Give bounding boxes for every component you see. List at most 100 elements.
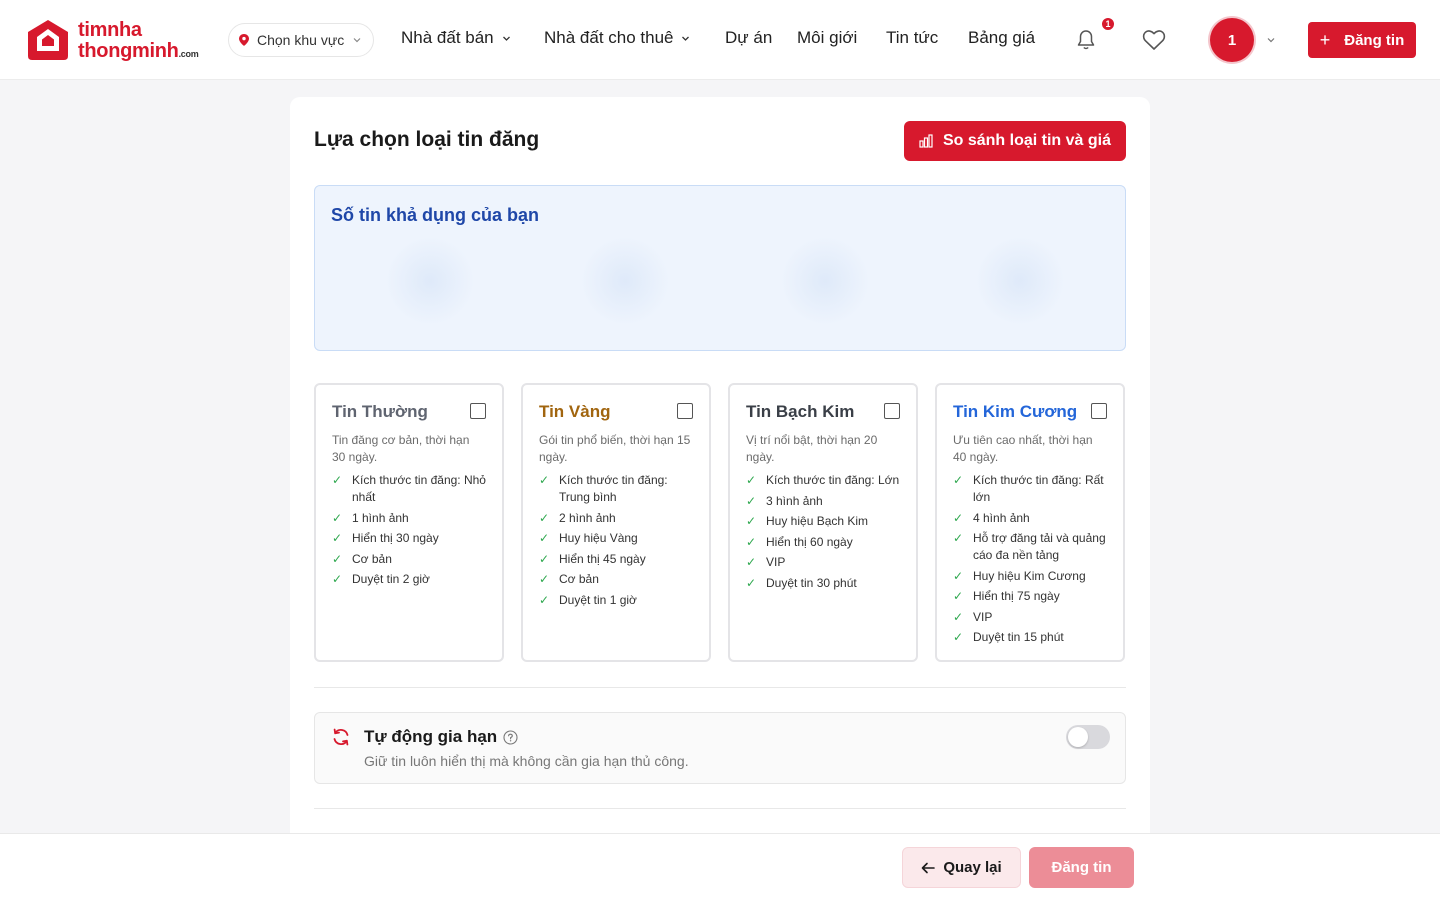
plan-card-tin-thuong[interactable]: Tin Thường Tin đăng cơ bản, thời hạn 30 … (314, 383, 504, 662)
submit-listing-button[interactable]: Đăng tin (1029, 847, 1134, 888)
plan-card-tin-kim-cuong[interactable]: Tin Kim Cương Ưu tiên cao nhất, thời hạn… (935, 383, 1125, 662)
auto-renew-toggle[interactable] (1066, 725, 1110, 749)
nav-item-label: Nhà đất bán (401, 28, 494, 47)
plan-feature-item: ✓ Hiển thị 30 ngày (332, 530, 486, 547)
action-bar: Quay lại Đăng tin (0, 833, 1440, 900)
plan-feature-text: Hiển thị 75 ngày (973, 589, 1060, 603)
page-title: Lựa chọn loại tin đăng (314, 128, 540, 151)
chevron-down-icon (682, 36, 690, 41)
check-icon: ✓ (746, 555, 757, 569)
check-icon: ✓ (746, 473, 757, 487)
divider (314, 687, 1126, 688)
plan-feature-text: Kích thước tin đăng: Lớn (766, 473, 900, 487)
plan-feature-text: Hỗ trợ đăng tải và quảng cáo đa nền tảng (973, 531, 1106, 562)
compare-plans-button[interactable]: So sánh loại tin và giá (904, 121, 1126, 161)
plan-feature-item: ✓ Hỗ trợ đăng tải và quảng cáo đa nền tản… (953, 530, 1107, 564)
back-button-label: Quay lại (943, 859, 1002, 876)
nav-item-label: Nhà đất cho thuê (544, 28, 674, 47)
auto-renew-panel: Tự động gia hạn Giữ tin luôn hiển thị mà… (314, 712, 1126, 784)
plan-feature-item: ✓ 1 hình ảnh (332, 510, 486, 527)
region-label: Chọn khu vực (257, 32, 345, 48)
plan-checkbox[interactable] (677, 403, 693, 419)
plan-description: Ưu tiên cao nhất, thời hạn 40 ngày. (953, 433, 1093, 464)
plan-feature-item: ✓ VIP (953, 609, 1107, 626)
nav-item-nha-dat-ban[interactable]: Nhà đất bán (401, 28, 511, 48)
check-icon: ✓ (539, 551, 550, 566)
available-listings-title: Số tin khả dụng của bạn (331, 205, 540, 225)
nav-item-label: Môi giới (797, 28, 858, 47)
nav-item-nha-dat-cho-thue[interactable]: Nhà đất cho thuê (544, 28, 690, 48)
loading-placeholder (975, 236, 1065, 326)
site-logo[interactable]: timnha thongminh.com (24, 16, 199, 64)
plan-checkbox[interactable] (1091, 403, 1107, 419)
heart-icon[interactable] (1141, 27, 1167, 53)
chevron-down-icon (502, 36, 510, 41)
nav-item-bang-gia[interactable]: Bảng giá (968, 28, 1035, 48)
plan-checkbox[interactable] (884, 403, 900, 419)
nav-item-tin-tuc[interactable]: Tin tức (886, 28, 938, 48)
plan-feature-item: ✓ 3 hình ảnh (746, 493, 900, 510)
refresh-icon (333, 728, 349, 746)
notification-badge: 1 (1100, 16, 1116, 32)
back-button[interactable]: Quay lại (902, 847, 1021, 888)
plan-feature-text: Cơ bản (352, 551, 392, 566)
check-icon: ✓ (746, 575, 757, 590)
auto-renew-description: Giữ tin luôn hiển thị mà không cần gia h… (364, 753, 689, 769)
check-icon: ✓ (953, 473, 964, 487)
check-icon: ✓ (953, 630, 964, 644)
plan-feature-item: ✓ Kích thước tin đăng: Rất lớn (953, 472, 1107, 506)
plan-description: Vị trí nổi bật, thời hạn 20 ngày. (746, 433, 878, 464)
available-listings-panel: Số tin khả dụng của bạn (314, 185, 1126, 351)
chevron-down-icon[interactable] (1266, 35, 1276, 45)
plan-feature-text: 2 hình ảnh (559, 510, 616, 525)
plan-feature-text: Kích thước tin đăng: Trung bình (559, 473, 668, 504)
avatar[interactable]: 1 (1210, 18, 1254, 62)
map-pin-icon (239, 34, 249, 46)
listing-type-card: Lựa chọn loại tin đăng So sánh loại tin … (290, 97, 1150, 857)
plan-feature-item: ✓ Duyệt tin 2 giờ (332, 571, 486, 588)
nav-item-moi-gioi[interactable]: Môi giới (797, 28, 857, 48)
check-icon: ✓ (332, 510, 343, 525)
plan-feature-text: Hiển thị 45 ngày (559, 551, 646, 566)
plan-description: Tin đăng cơ bản, thời hạn 30 ngày. (332, 433, 470, 464)
plan-card-tin-bach-kim[interactable]: Tin Bạch Kim Vị trí nổi bật, thời hạn 20… (728, 383, 918, 662)
check-icon: ✓ (539, 531, 550, 545)
plan-feature-text: VIP (973, 609, 993, 624)
plan-feature-item: ✓ Duyệt tin 15 phút (953, 629, 1107, 646)
plan-features: ✓ Kích thước tin đăng: Rất lớn ✓ 4 hình ảnh… (953, 472, 1107, 646)
plus-icon: + (1319, 29, 1331, 50)
check-icon: ✓ (953, 609, 964, 624)
plan-checkbox[interactable] (470, 403, 486, 419)
loading-placeholder (385, 236, 475, 326)
help-circle-icon[interactable] (503, 729, 518, 745)
divider (314, 808, 1126, 809)
check-icon: ✓ (953, 589, 964, 603)
plan-options: Tin Thường Tin đăng cơ bản, thời hạn 30 … (314, 383, 1126, 663)
check-icon: ✓ (332, 473, 343, 487)
plan-name: Tin Bạch Kim (746, 402, 855, 421)
plan-feature-item: ✓ Hiển thị 75 ngày (953, 588, 1107, 605)
plan-feature-item: ✓ Duyệt tin 1 giờ (539, 592, 693, 609)
check-icon: ✓ (953, 568, 964, 583)
check-icon: ✓ (746, 534, 757, 549)
nav-item-du-an[interactable]: Dự án (725, 28, 772, 48)
compare-plans-label: So sánh loại tin và giá (942, 132, 1112, 149)
plan-feature-text: 3 hình ảnh (766, 493, 823, 508)
plan-card-tin-vang[interactable]: Tin Vàng Gói tin phổ biến, thời hạn 15 n… (521, 383, 711, 662)
plan-feature-text: Hiển thị 60 ngày (766, 534, 853, 549)
plan-feature-text: Huy hiệu Bạch Kim (766, 514, 869, 528)
logo-suffix: .com (178, 48, 199, 59)
region-selector[interactable]: Chọn khu vực (228, 23, 374, 57)
logo-text-line2: thongminh (78, 39, 179, 62)
arrow-left-icon (922, 862, 936, 873)
plan-feature-item: ✓ Duyệt tin 30 phút (746, 575, 900, 592)
plan-feature-item: ✓ Kích thước tin đăng: Lớn (746, 472, 900, 489)
nav-item-label: Dự án (725, 28, 773, 47)
plan-feature-text: Kích thước tin đăng: Rất lớn (973, 473, 1104, 504)
plan-feature-text: VIP (766, 555, 786, 569)
top-navbar: timnha thongminh.com Chọn khu vực Nhà đấ… (0, 0, 1440, 80)
bell-icon[interactable] (1074, 28, 1098, 52)
plan-feature-text: Duyệt tin 30 phút (766, 575, 857, 590)
check-icon: ✓ (953, 510, 964, 525)
post-listing-button[interactable]: + Đăng tin (1308, 22, 1416, 58)
